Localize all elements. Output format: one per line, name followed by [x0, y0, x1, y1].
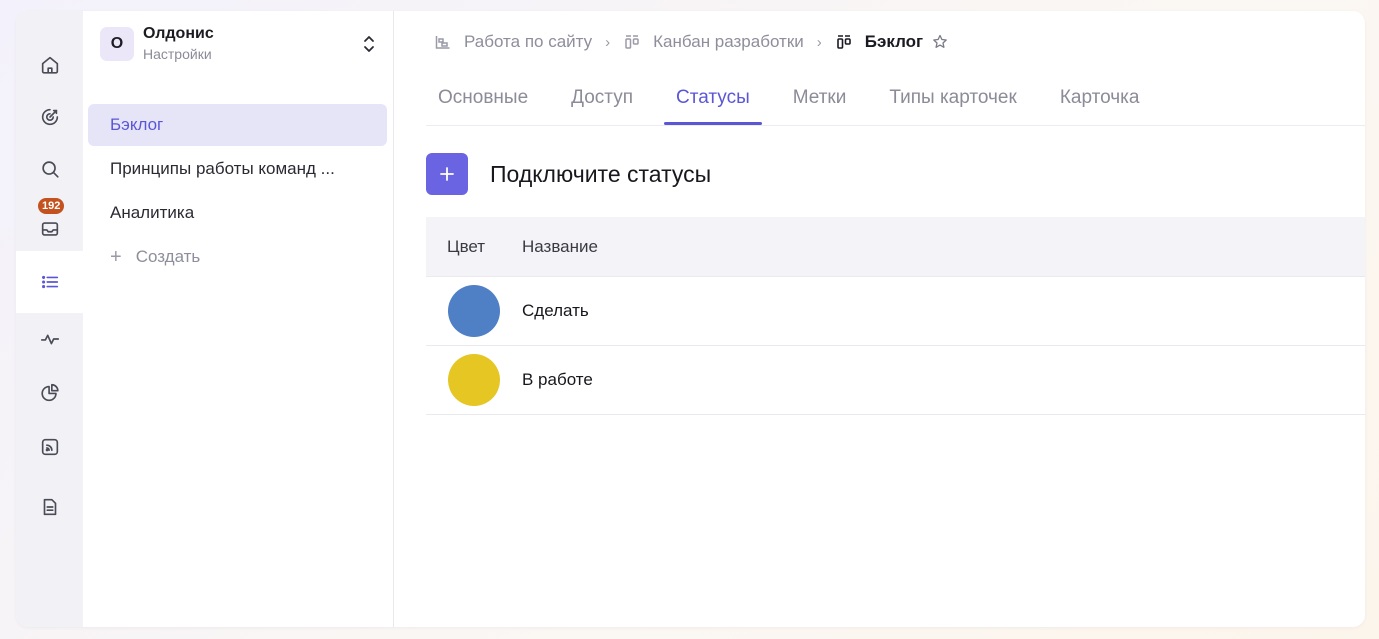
breadcrumb-project[interactable]: Работа по сайту — [464, 32, 592, 52]
status-name: Сделать — [522, 301, 589, 320]
pie-chart-icon — [40, 383, 59, 402]
add-status-button[interactable] — [426, 153, 468, 195]
tab-statuses[interactable]: Статусы — [664, 73, 762, 125]
target-icon — [41, 108, 58, 126]
workspace-name: Олдонис — [143, 25, 214, 42]
rail-tasks[interactable] — [16, 251, 83, 313]
rail-home[interactable] — [16, 37, 83, 93]
status-color-swatch[interactable] — [448, 285, 500, 337]
activity-icon — [40, 334, 59, 345]
tab-general[interactable]: Основные — [426, 73, 540, 122]
project-sidebar: О Олдонис Настройки Бэклог Принципы рабо… — [83, 11, 394, 627]
kanban-icon — [836, 35, 851, 49]
rail-feed[interactable] — [16, 419, 83, 475]
plus-icon: + — [110, 245, 122, 268]
star-icon[interactable] — [931, 33, 949, 51]
document-icon — [43, 498, 56, 516]
chevron-up-down-icon — [364, 36, 374, 52]
rail-docs[interactable] — [16, 479, 83, 535]
workspace-avatar: О — [100, 27, 134, 61]
sidebar-nav: Бэклог Принципы работы команд ... Аналит… — [88, 104, 387, 280]
sidebar-create-button[interactable]: + Создать — [88, 236, 387, 278]
table-row[interactable]: Сделать — [426, 277, 1365, 346]
add-statuses-row: Подключите статусы — [426, 153, 711, 195]
home-icon — [41, 56, 58, 74]
workspace-subtitle: Настройки — [143, 46, 212, 62]
status-name: В работе — [522, 370, 593, 389]
search-icon — [41, 161, 59, 178]
sidebar-create-label: Создать — [135, 247, 201, 266]
sidebar-item-backlog[interactable]: Бэклог — [88, 104, 387, 146]
icon-rail: 192 — [16, 11, 83, 627]
rail-goals[interactable] — [16, 89, 83, 145]
project-icon — [435, 36, 450, 49]
rail-search[interactable] — [16, 141, 83, 197]
rail-reports[interactable] — [16, 365, 83, 421]
tab-labels[interactable]: Метки — [781, 73, 859, 122]
sidebar-item-principles[interactable]: Принципы работы команд ... — [88, 148, 387, 190]
breadcrumb-current: Бэклог — [864, 32, 924, 51]
section-title: Подключите статусы — [490, 160, 712, 187]
rail-activity[interactable] — [16, 311, 83, 367]
inbox-count-badge: 192 — [38, 198, 65, 214]
breadcrumb-board[interactable]: Канбан разработки — [653, 32, 804, 52]
sidebar-item-analytics[interactable]: Аналитика — [88, 192, 387, 234]
chevron-right-icon: › — [605, 33, 611, 51]
kanban-icon — [625, 35, 639, 49]
tab-card[interactable]: Карточка — [1048, 73, 1152, 122]
table-header: Цвет Название — [426, 217, 1365, 277]
tab-card-types[interactable]: Типы карточек — [877, 73, 1028, 122]
tab-access[interactable]: Доступ — [559, 73, 645, 122]
column-name: Название — [522, 236, 598, 256]
plus-icon — [440, 167, 454, 181]
workspace-switcher[interactable]: О Олдонис Настройки — [100, 21, 380, 67]
feed-icon — [41, 438, 58, 456]
list-icon — [41, 275, 58, 289]
column-color: Цвет — [447, 236, 486, 256]
settings-tabs: Основные Доступ Статусы Метки Типы карто… — [426, 77, 1365, 126]
status-color-swatch[interactable] — [448, 354, 500, 406]
breadcrumb: Работа по сайту › Канбан разработки › Бэ… — [434, 27, 949, 57]
chevron-right-icon: › — [816, 33, 822, 51]
app-window: 192 О Олдонис Настройки Бэклог Принципы … — [16, 11, 1365, 627]
rail-inbox[interactable]: 192 — [16, 198, 83, 257]
main-content: Работа по сайту › Канбан разработки › Бэ… — [394, 11, 1365, 627]
inbox-icon — [41, 222, 58, 236]
table-row[interactable]: В работе — [426, 346, 1365, 415]
statuses-table: Цвет Название Сделать В работе — [426, 217, 1365, 415]
